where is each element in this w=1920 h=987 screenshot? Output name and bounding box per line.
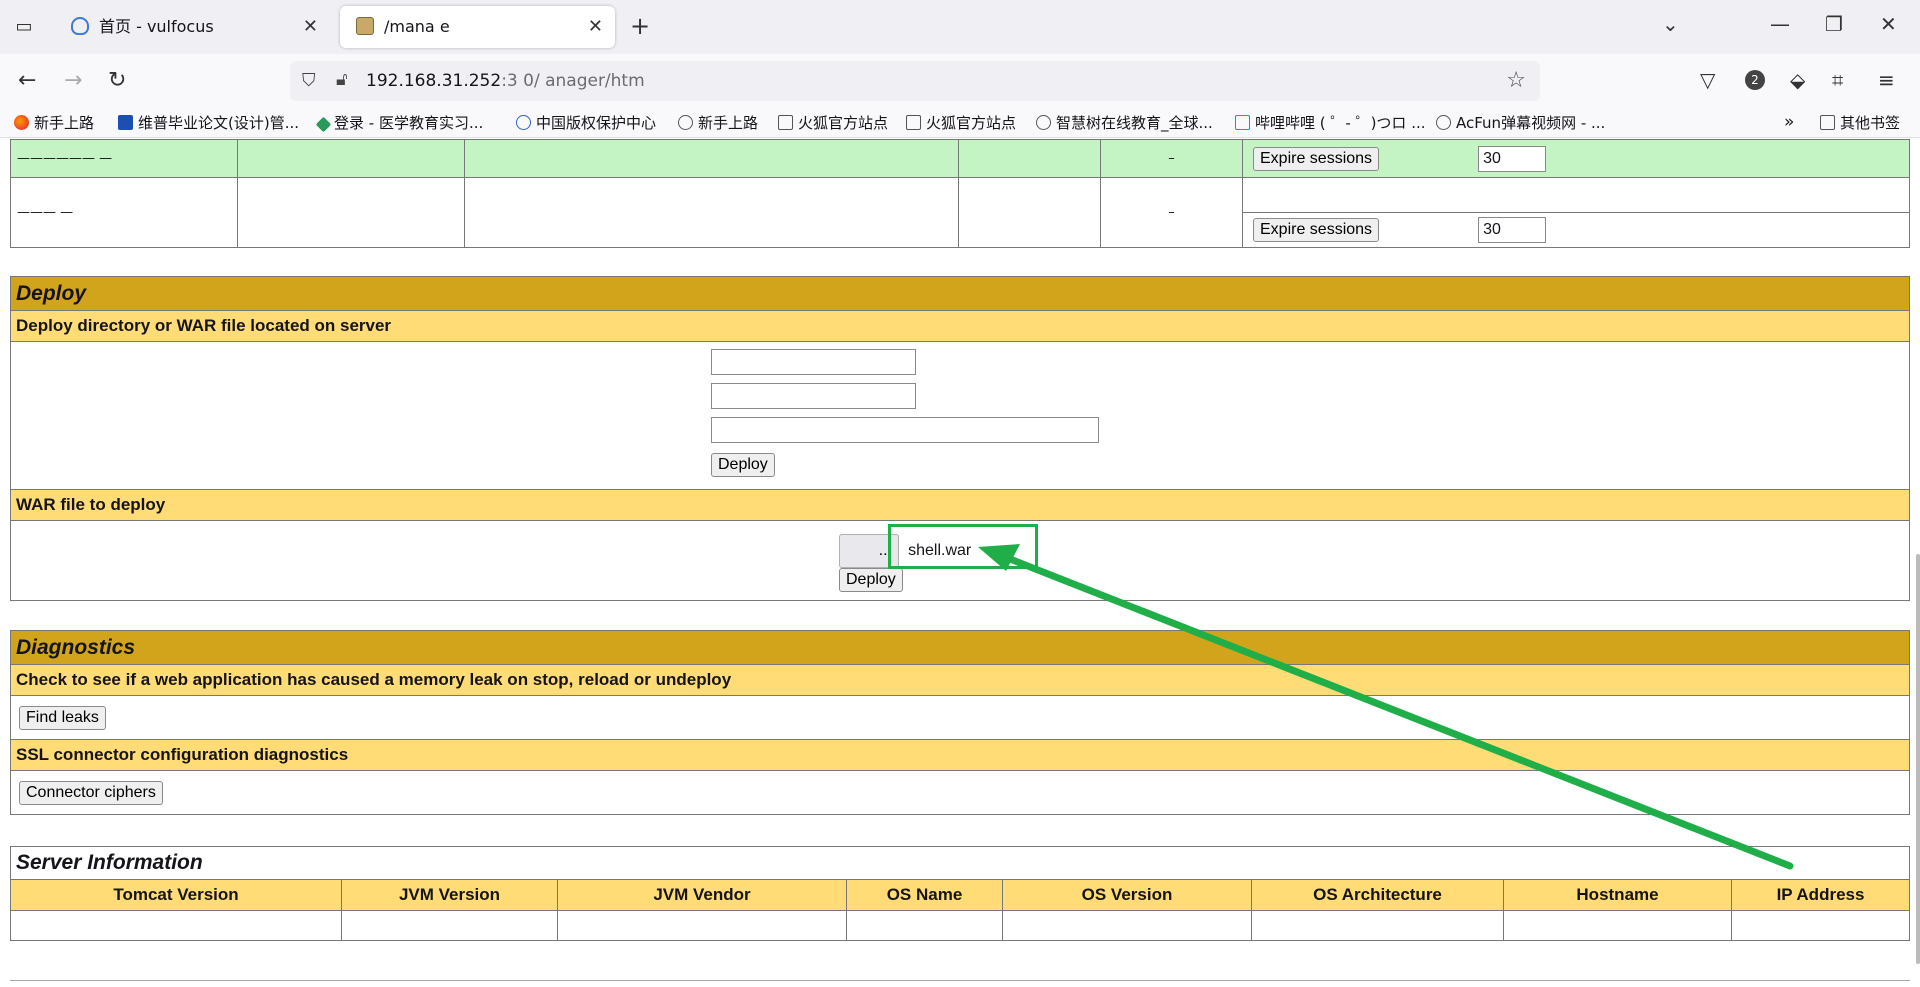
forward-icon[interactable]: → xyxy=(64,68,82,93)
tomcat-favicon-icon xyxy=(356,17,374,35)
page-content: —————— — – Expire sessions 30 ——— — – Ex… xyxy=(0,139,1920,987)
bookmark-item[interactable]: 新手上路 xyxy=(14,112,94,133)
annotation-arrow-icon xyxy=(978,544,1794,870)
bookmark-item[interactable]: 维普毕业论文(设计)管... xyxy=(118,112,299,133)
bookmark-star-icon[interactable]: ☆ xyxy=(1506,68,1526,93)
screenshot-crop-icon[interactable]: ⌗ xyxy=(1832,68,1843,92)
insecure-lock-icon[interactable]: 🔓︎ xyxy=(336,69,348,90)
tab-list-icon[interactable]: ▭ xyxy=(11,14,37,40)
extensions-icon[interactable]: ⬙ xyxy=(1790,68,1805,92)
bookmarks-bar: 新手上路 维普毕业论文(设计)管... 登录 - 医学教育实习... 中国版权保… xyxy=(0,108,1920,138)
bookmark-folder[interactable]: 火狐官方站点 xyxy=(778,112,888,133)
med-icon xyxy=(315,116,332,133)
pocket-icon[interactable]: ▽ xyxy=(1700,68,1715,92)
bookmark-item[interactable]: 新手上路 xyxy=(678,112,758,133)
globe-icon xyxy=(1036,115,1051,130)
close-tab-icon[interactable]: ✕ xyxy=(303,6,318,48)
close-window-icon[interactable]: ✕ xyxy=(1880,12,1897,36)
bookmark-item[interactable]: 登录 - 医学教育实习... xyxy=(315,112,483,133)
folder-icon xyxy=(1820,115,1835,130)
folder-icon xyxy=(778,115,793,130)
menu-icon[interactable]: ≡ xyxy=(1878,68,1895,92)
tab-manager[interactable]: /mana e ✕ xyxy=(340,6,615,48)
other-bookmarks-folder[interactable]: 其他书签 xyxy=(1820,112,1900,133)
globe-icon xyxy=(678,115,693,130)
extension-count-badge[interactable]: 2 xyxy=(1745,70,1765,90)
copyright-icon xyxy=(516,115,531,130)
url-bar[interactable]: ⛉ 🔓︎ 192.168.31.252:3 0/ anager/htm ☆ xyxy=(290,61,1540,101)
folder-icon xyxy=(906,115,921,130)
url-text[interactable]: 192.168.31.252:3 0/ anager/htm xyxy=(366,71,645,91)
vip-icon xyxy=(118,115,133,130)
tab-title: /mana e xyxy=(384,17,450,36)
restore-icon[interactable]: ❐ xyxy=(1825,12,1843,36)
tab-vulfocus[interactable]: 首页 - vulfocus ✕ xyxy=(55,6,330,48)
bookmark-item[interactable]: 哔哩哔哩 ( ゜- ゜)つロ ... xyxy=(1235,112,1426,133)
minimize-icon[interactable]: — xyxy=(1770,12,1790,36)
bookmark-folder[interactable]: 火狐官方站点 xyxy=(906,112,1016,133)
shield-icon[interactable]: ⛉ xyxy=(302,70,316,91)
bookmark-item[interactable]: 智慧树在线教育_全球... xyxy=(1036,112,1213,133)
reload-icon[interactable]: ↻ xyxy=(108,68,126,93)
scrollbar[interactable] xyxy=(1916,554,1920,964)
list-all-tabs-icon[interactable]: ⌄ xyxy=(1662,12,1679,36)
bilibili-icon xyxy=(1235,115,1250,130)
new-tab-icon[interactable]: + xyxy=(630,12,650,40)
more-bookmarks-icon[interactable]: » xyxy=(1784,112,1794,132)
firefox-icon xyxy=(14,115,29,130)
nav-bar: ← → ↻ ⛉ 🔓︎ 192.168.31.252:3 0/ anager/ht… xyxy=(0,54,1920,108)
close-tab-icon[interactable]: ✕ xyxy=(588,6,603,48)
bookmark-item[interactable]: AcFun弹幕视频网 - ... xyxy=(1436,112,1605,133)
tab-title: 首页 - vulfocus xyxy=(99,17,214,36)
globe-icon xyxy=(1436,115,1451,130)
bookmark-item[interactable]: 中国版权保护中心 xyxy=(516,112,656,133)
tab-bar: ▭ 首页 - vulfocus ✕ /mana e ✕ + ⌄ — ❐ ✕ xyxy=(0,0,1920,54)
back-icon[interactable]: ← xyxy=(18,68,36,93)
vulfocus-favicon-icon xyxy=(71,17,89,35)
